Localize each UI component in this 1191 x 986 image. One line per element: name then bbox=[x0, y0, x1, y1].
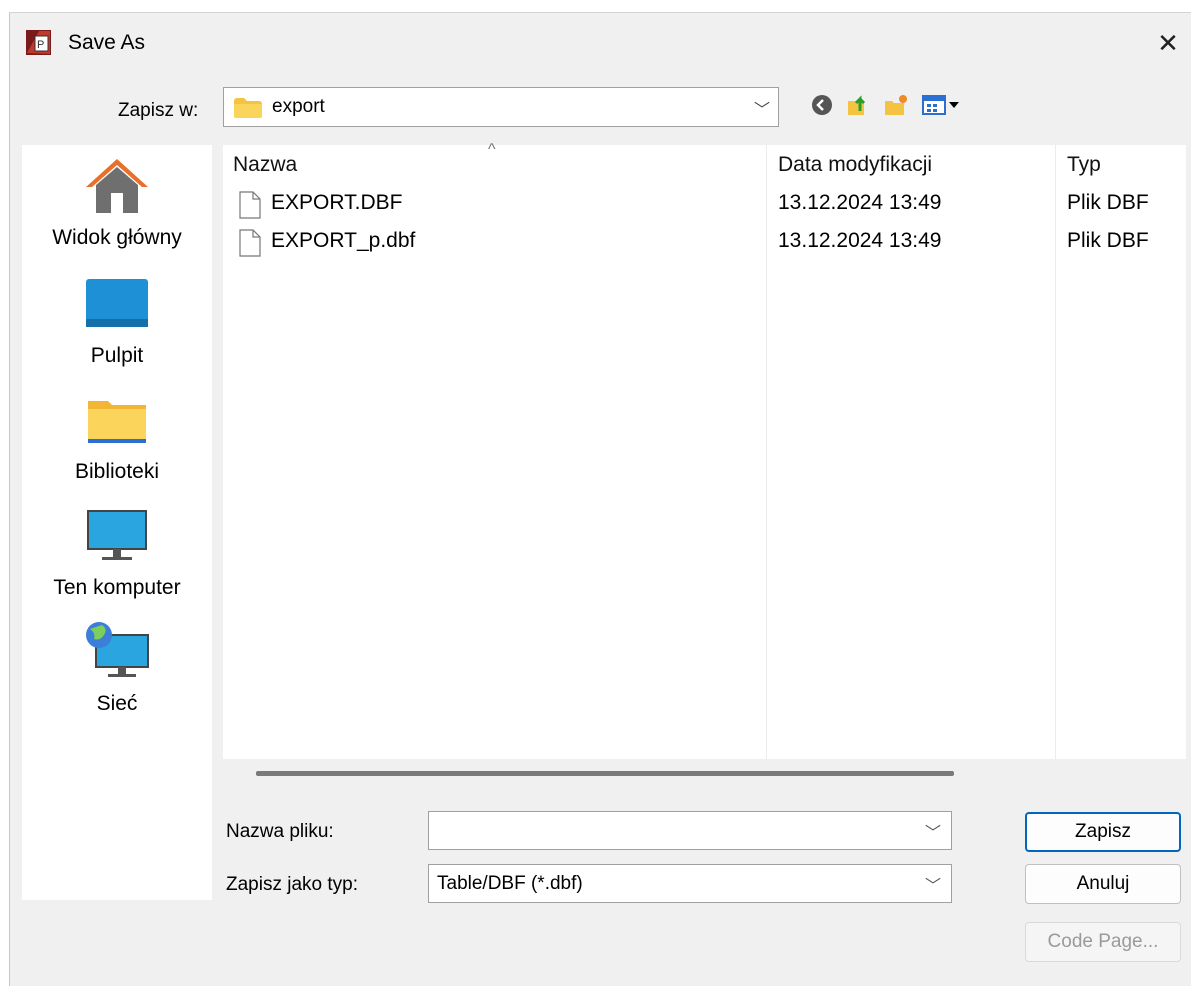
filename-label: Nazwa pliku: bbox=[226, 821, 334, 842]
cancel-button[interactable]: Anuluj bbox=[1025, 864, 1181, 904]
file-row[interactable]: EXPORT.DBF 13.12.2024 13:49 Plik DBF bbox=[223, 187, 1186, 225]
file-icon bbox=[239, 191, 261, 219]
file-icon bbox=[239, 229, 261, 257]
save-button[interactable]: Zapisz bbox=[1025, 812, 1181, 852]
code-page-button[interactable]: Code Page... bbox=[1025, 922, 1181, 962]
svg-text:P: P bbox=[37, 39, 44, 51]
file-date: 13.12.2024 13:49 bbox=[778, 191, 942, 214]
filetype-label: Zapisz jako typ: bbox=[226, 874, 358, 895]
file-type: Plik DBF bbox=[1067, 191, 1149, 214]
filetype-dropdown[interactable]: Table/DBF (*.dbf) ﹀ bbox=[428, 864, 952, 903]
close-button[interactable]: ✕ bbox=[1145, 21, 1191, 65]
file-date: 13.12.2024 13:49 bbox=[778, 229, 942, 252]
place-desktop[interactable]: Pulpit bbox=[22, 273, 212, 368]
place-label: Sieć bbox=[96, 692, 138, 715]
place-computer[interactable]: Ten komputer bbox=[22, 505, 212, 600]
save-in-value: export bbox=[272, 96, 325, 117]
save-in-dropdown[interactable]: export ﹀ bbox=[223, 87, 779, 127]
column-header-type[interactable]: Typ bbox=[1067, 153, 1101, 177]
app-icon: P bbox=[26, 30, 51, 55]
place-label: Ten komputer bbox=[53, 576, 181, 599]
view-menu-icon[interactable] bbox=[922, 93, 962, 117]
sort-ascending-icon: ^ bbox=[488, 141, 496, 158]
desktop-icon bbox=[86, 279, 148, 327]
new-folder-icon[interactable] bbox=[884, 93, 908, 117]
column-header-date[interactable]: Data modyfikacji bbox=[778, 153, 932, 177]
network-icon bbox=[86, 622, 149, 677]
places-bar: Widok główny Pulpit Biblioteki Ten kompu… bbox=[22, 145, 212, 900]
window-title: Save As bbox=[68, 31, 146, 54]
place-label: Biblioteki bbox=[74, 460, 160, 483]
title-bar: P Save As ✕ bbox=[10, 13, 1191, 75]
save-in-label: Zapisz w: bbox=[118, 100, 199, 121]
file-list[interactable]: ^ Nazwa Data modyfikacji Typ EXPORT.DBF … bbox=[223, 141, 1186, 759]
save-as-dialog: P Save As ✕ Zapisz w: export ﹀ Widok głó… bbox=[9, 12, 1191, 986]
libraries-icon bbox=[88, 401, 146, 443]
close-icon: ✕ bbox=[1157, 27, 1179, 58]
file-type: Plik DBF bbox=[1067, 229, 1149, 252]
chevron-down-icon[interactable]: ﹀ bbox=[925, 819, 941, 843]
column-header-name[interactable]: Nazwa bbox=[233, 153, 297, 177]
file-name: EXPORT_p.dbf bbox=[271, 229, 416, 252]
place-home[interactable]: Widok główny bbox=[22, 155, 212, 250]
back-icon[interactable] bbox=[810, 93, 834, 117]
up-folder-icon[interactable] bbox=[846, 93, 870, 117]
file-name: EXPORT.DBF bbox=[271, 191, 403, 214]
computer-icon bbox=[87, 510, 147, 560]
folder-icon bbox=[234, 98, 262, 118]
horizontal-scrollbar[interactable] bbox=[256, 771, 954, 776]
filetype-value: Table/DBF (*.dbf) bbox=[437, 873, 583, 894]
file-row[interactable]: EXPORT_p.dbf 13.12.2024 13:49 Plik DBF bbox=[223, 225, 1186, 263]
place-libraries[interactable]: Biblioteki bbox=[22, 389, 212, 484]
filename-input[interactable]: ﹀ bbox=[428, 811, 952, 850]
place-label: Widok główny bbox=[52, 226, 182, 249]
chevron-down-icon: ﹀ bbox=[924, 878, 941, 895]
home-icon bbox=[86, 159, 148, 213]
place-network[interactable]: Sieć bbox=[22, 621, 212, 716]
chevron-down-icon: ﹀ bbox=[753, 102, 770, 119]
place-label: Pulpit bbox=[90, 344, 144, 367]
